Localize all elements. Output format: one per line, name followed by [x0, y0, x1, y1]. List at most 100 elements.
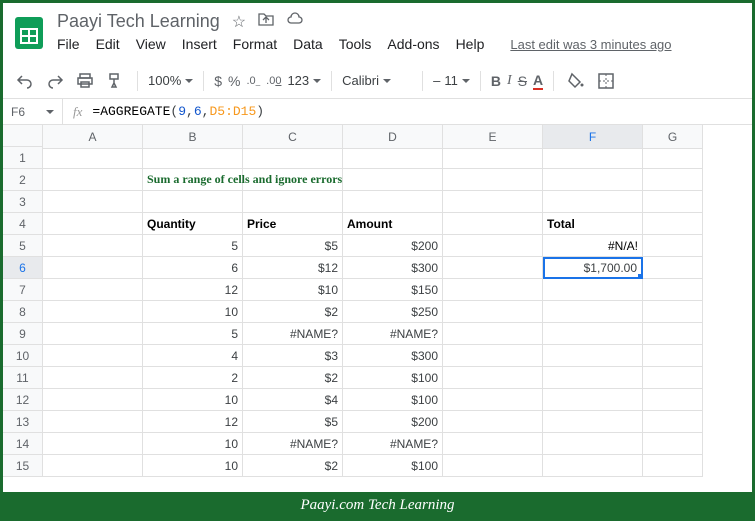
print-button[interactable]	[73, 69, 97, 93]
col-header-d[interactable]: D	[343, 125, 443, 149]
cloud-icon[interactable]	[286, 12, 304, 31]
cell[interactable]: $10	[243, 279, 343, 301]
undo-button[interactable]	[13, 69, 37, 93]
last-edit-link[interactable]: Last edit was 3 minutes ago	[510, 37, 671, 52]
sheets-logo-icon[interactable]	[11, 15, 47, 51]
row-header[interactable]: 14	[3, 433, 43, 455]
titlebar: Paayi Tech Learning ☆ File Edit View Ins…	[3, 3, 752, 63]
col-header-g[interactable]: G	[643, 125, 703, 149]
menu-view[interactable]: View	[136, 36, 166, 52]
cell[interactable]: $3	[243, 345, 343, 367]
move-icon[interactable]	[258, 12, 274, 31]
cell[interactable]: $5	[243, 235, 343, 257]
cell[interactable]: Total	[543, 213, 643, 235]
currency-button[interactable]: $	[214, 73, 222, 89]
cell[interactable]: $2	[243, 455, 343, 477]
cell[interactable]: $300	[343, 345, 443, 367]
col-header-c[interactable]: C	[243, 125, 343, 149]
cell[interactable]: $100	[343, 389, 443, 411]
title-cell[interactable]: Sum a range of cells and ignore errors	[143, 169, 243, 191]
redo-button[interactable]	[43, 69, 67, 93]
cell[interactable]: #N/A!	[543, 235, 643, 257]
row-header[interactable]: 12	[3, 389, 43, 411]
cell[interactable]: $300	[343, 257, 443, 279]
cell[interactable]: #NAME?	[243, 433, 343, 455]
menu-tools[interactable]: Tools	[339, 36, 372, 52]
spreadsheet-grid[interactable]: A B C D E F G 1 2 Sum a range of cells an…	[3, 125, 703, 492]
cell[interactable]: $200	[343, 235, 443, 257]
cell[interactable]: 12	[143, 279, 243, 301]
cell[interactable]: 10	[143, 301, 243, 323]
cell[interactable]: $12	[243, 257, 343, 279]
row-header[interactable]: 9	[3, 323, 43, 345]
cell[interactable]: 12	[143, 411, 243, 433]
row-header[interactable]: 13	[3, 411, 43, 433]
fill-color-button[interactable]	[564, 69, 588, 93]
menu-edit[interactable]: Edit	[96, 36, 120, 52]
formula-input[interactable]: =AGGREGATE(9,6,D5:D15)	[92, 104, 752, 119]
number-format-select[interactable]: 123	[287, 73, 321, 88]
cell[interactable]: 5	[143, 323, 243, 345]
cell[interactable]: $250	[343, 301, 443, 323]
cell[interactable]: Price	[243, 213, 343, 235]
cell[interactable]: 10	[143, 433, 243, 455]
row-header[interactable]: 10	[3, 345, 43, 367]
cell[interactable]: $100	[343, 455, 443, 477]
strikethrough-button[interactable]: S	[518, 73, 527, 89]
cell[interactable]: #NAME?	[343, 323, 443, 345]
menu-addons[interactable]: Add-ons	[387, 36, 439, 52]
row-header[interactable]: 3	[3, 191, 43, 213]
bold-button[interactable]: B	[491, 73, 501, 89]
cell[interactable]: $5	[243, 411, 343, 433]
cell[interactable]: Amount	[343, 213, 443, 235]
cell[interactable]: #NAME?	[243, 323, 343, 345]
cell[interactable]: #NAME?	[343, 433, 443, 455]
borders-button[interactable]	[594, 69, 618, 93]
percent-button[interactable]: %	[228, 73, 240, 89]
menu-insert[interactable]: Insert	[182, 36, 217, 52]
font-select[interactable]: Calibri	[342, 73, 412, 88]
italic-button[interactable]: I	[507, 73, 512, 89]
cell[interactable]: $150	[343, 279, 443, 301]
col-header-b[interactable]: B	[143, 125, 243, 149]
row-header[interactable]: 2	[3, 169, 43, 191]
name-box[interactable]: F6	[3, 99, 63, 124]
cell[interactable]: $2	[243, 367, 343, 389]
decrease-decimal-button[interactable]: .0_	[247, 75, 261, 87]
row-header[interactable]: 1	[3, 147, 43, 169]
text-color-button[interactable]: A	[533, 72, 543, 90]
row-header[interactable]: 8	[3, 301, 43, 323]
paint-format-button[interactable]	[103, 69, 127, 93]
row-header[interactable]: 11	[3, 367, 43, 389]
row-header[interactable]: 5	[3, 235, 43, 257]
cell[interactable]: 10	[143, 389, 243, 411]
cell[interactable]: $100	[343, 367, 443, 389]
col-header-e[interactable]: E	[443, 125, 543, 149]
cell[interactable]: 6	[143, 257, 243, 279]
document-name[interactable]: Paayi Tech Learning	[57, 11, 220, 32]
increase-decimal-button[interactable]: .00	[266, 75, 281, 87]
menu-data[interactable]: Data	[293, 36, 323, 52]
active-cell[interactable]: $1,700.00	[543, 257, 643, 279]
col-header-f[interactable]: F	[543, 125, 643, 149]
row-header[interactable]: 15	[3, 455, 43, 477]
cell[interactable]: Quantity	[143, 213, 243, 235]
cell[interactable]: 10	[143, 455, 243, 477]
cell[interactable]: $4	[243, 389, 343, 411]
menu-file[interactable]: File	[57, 36, 80, 52]
star-icon[interactable]: ☆	[232, 12, 246, 32]
cell[interactable]: 4	[143, 345, 243, 367]
row-header[interactable]: 4	[3, 213, 43, 235]
cell[interactable]: 5	[143, 235, 243, 257]
cell[interactable]: $200	[343, 411, 443, 433]
menu-format[interactable]: Format	[233, 36, 277, 52]
cell[interactable]: $2	[243, 301, 343, 323]
row-header[interactable]: 6	[3, 257, 43, 279]
col-header-a[interactable]: A	[43, 125, 143, 149]
font-size-select[interactable]: –11	[433, 73, 470, 88]
row-header[interactable]: 7	[3, 279, 43, 301]
menu-help[interactable]: Help	[456, 36, 485, 52]
zoom-select[interactable]: 100%	[148, 73, 193, 88]
cell[interactable]: 2	[143, 367, 243, 389]
select-all-corner[interactable]	[3, 125, 43, 147]
